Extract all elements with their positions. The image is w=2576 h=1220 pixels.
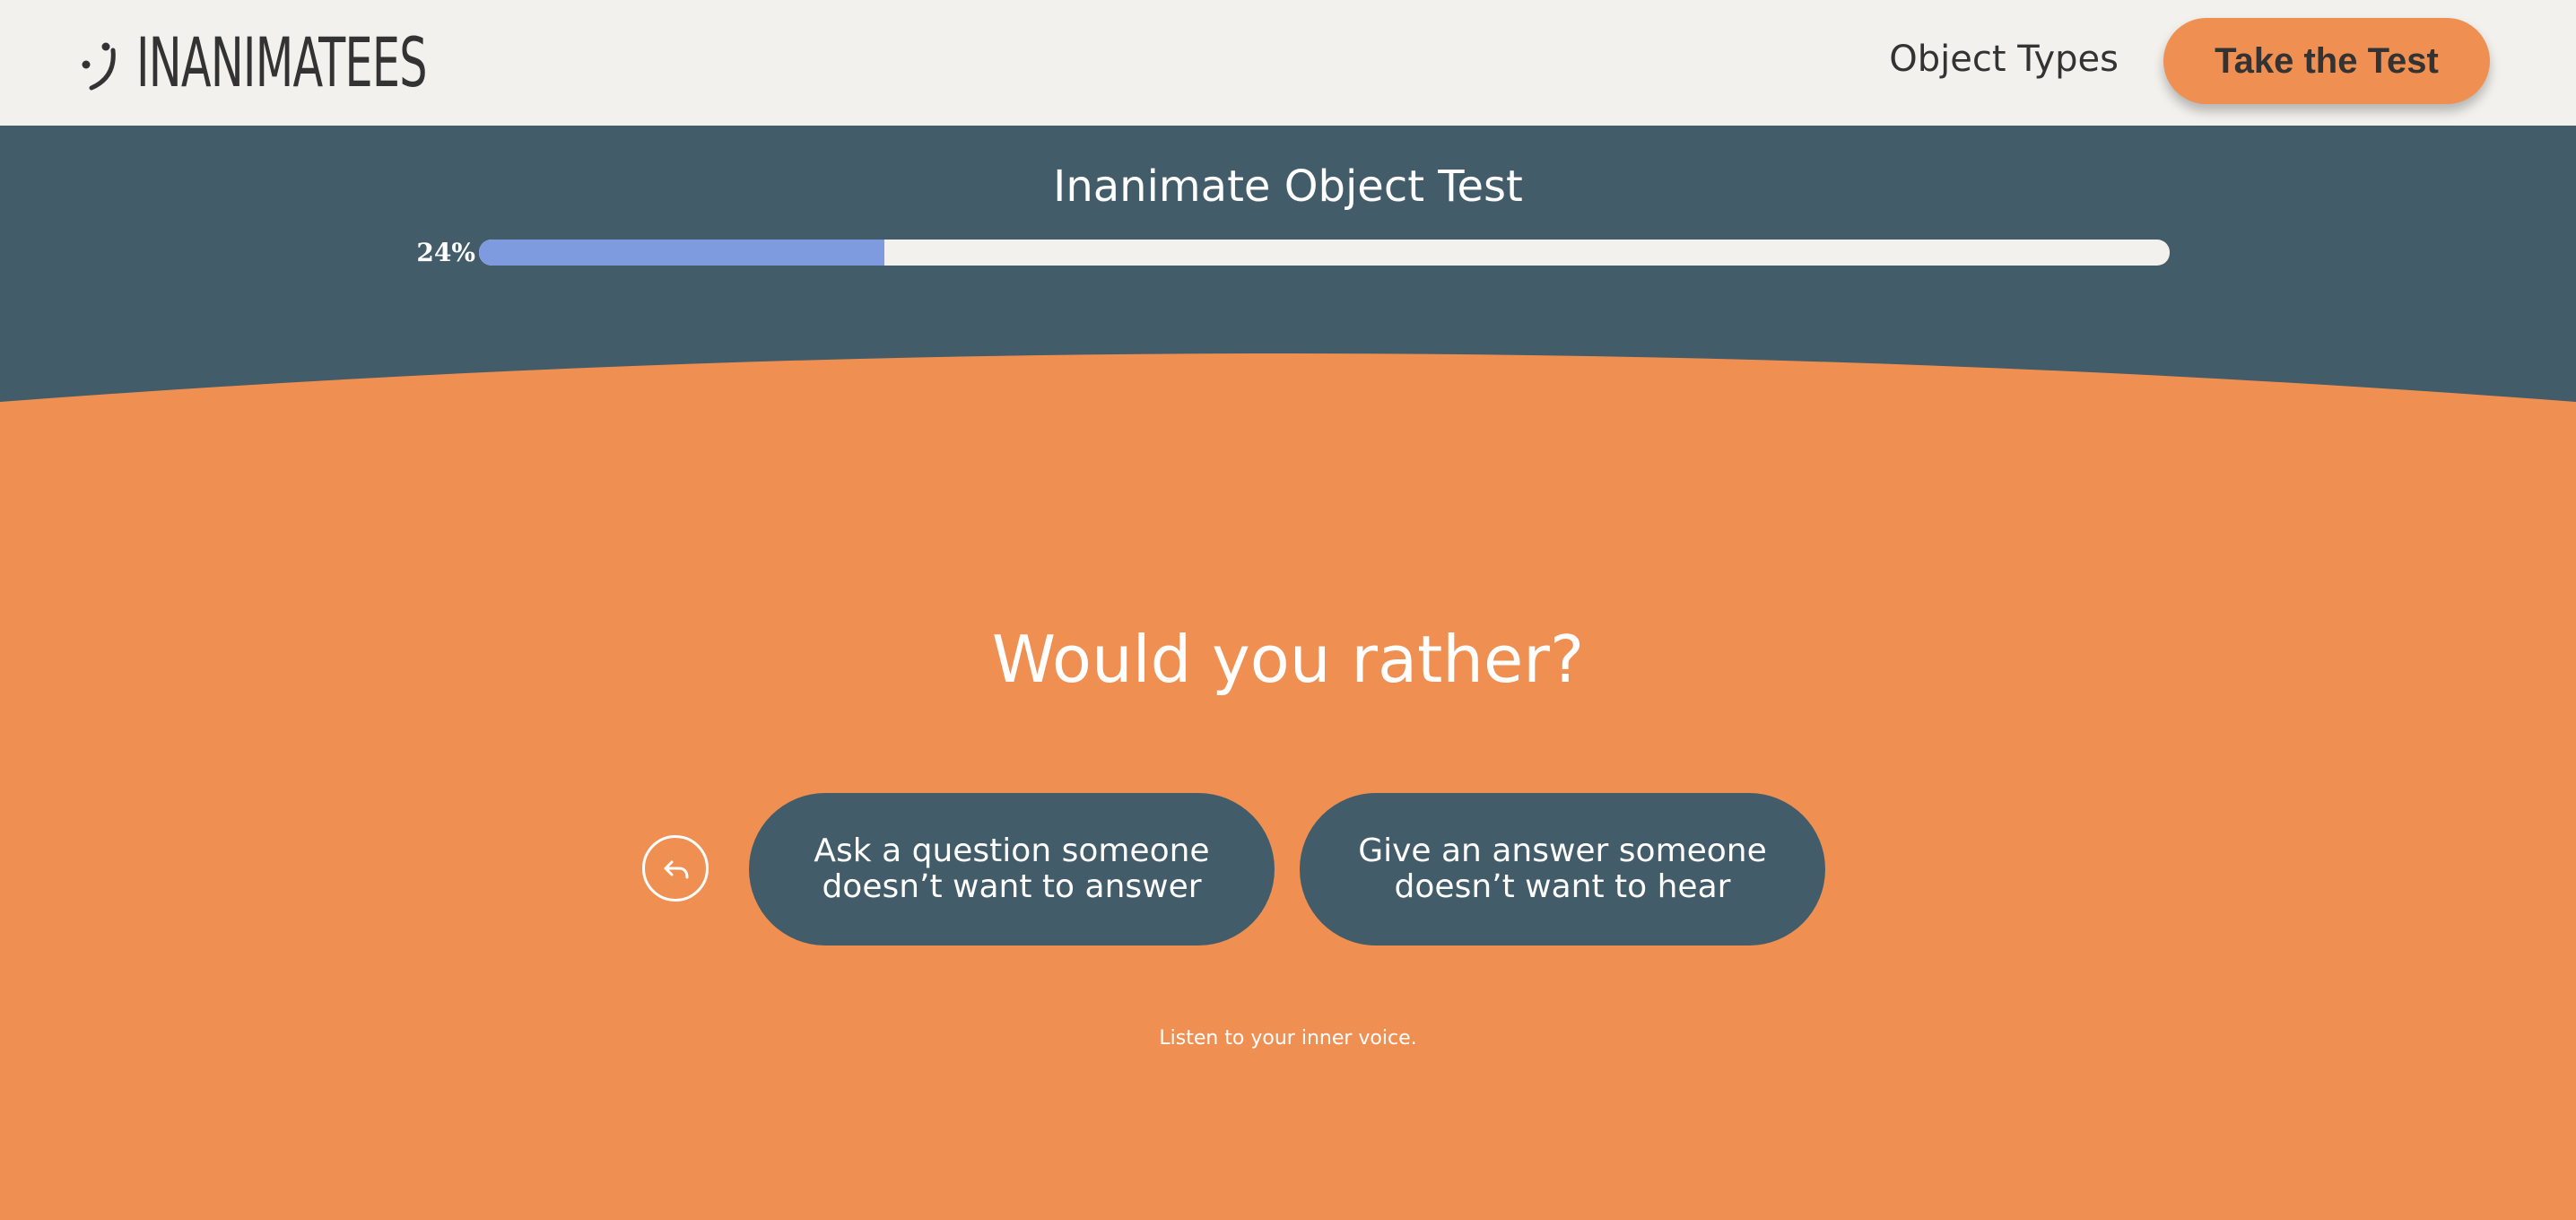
- progress-bar-fill: [479, 240, 885, 266]
- undo-arrow-icon: [664, 860, 689, 879]
- hint-text: Listen to your inner voice.: [1159, 1027, 1417, 1050]
- answer-option-1-button[interactable]: Ask a question someone doesn’t want to a…: [749, 793, 1275, 946]
- progress-bar: [479, 240, 2170, 266]
- take-the-test-button[interactable]: Take the Test: [2163, 18, 2490, 104]
- smiley-logo-icon: [82, 42, 116, 91]
- answer-option-2-button[interactable]: Give an answer someone doesn’t want to h…: [1300, 793, 1825, 946]
- site-logo[interactable]: INANIMATEES: [79, 20, 540, 106]
- test-title: Inanimate Object Test: [1053, 161, 1523, 212]
- back-button[interactable]: [642, 835, 709, 902]
- progress-percent: 24%: [416, 238, 475, 267]
- question-prompt: Would you rather?: [991, 622, 1585, 697]
- logo-wordmark: INANIMATEES: [136, 22, 428, 102]
- site-header: INANIMATEES Object Types Take the Test: [0, 0, 2576, 126]
- nav-object-types[interactable]: Object Types: [1889, 34, 2119, 84]
